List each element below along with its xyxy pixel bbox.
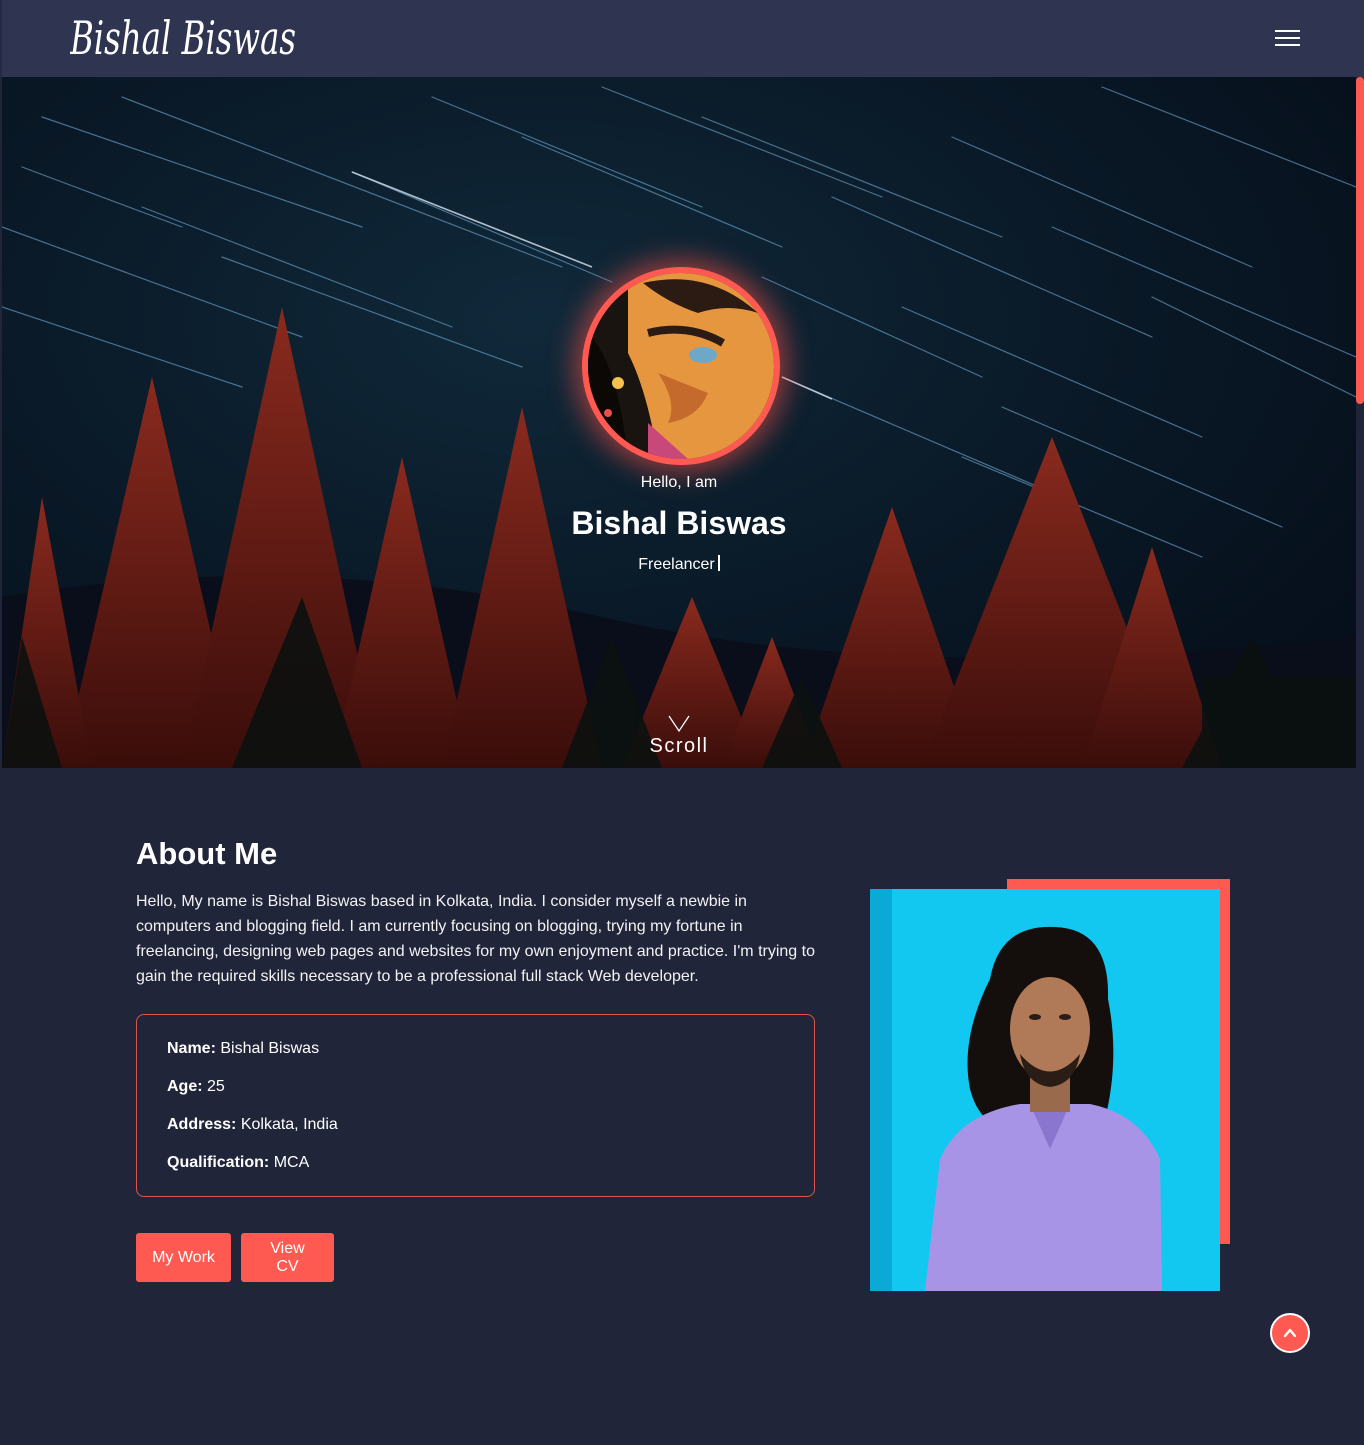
page-scrollbar-thumb[interactable]	[1356, 77, 1364, 404]
personal-info-box: Name: Bishal Biswas Age: 25 Address: Kol…	[136, 1014, 815, 1197]
view-cv-button[interactable]: View CV	[241, 1233, 334, 1282]
page-scrollbar[interactable]	[1356, 77, 1364, 1445]
about-title: About Me	[136, 836, 278, 871]
hero-name: Bishal Biswas	[571, 505, 787, 541]
info-value: MCA	[273, 1154, 310, 1171]
navbar: Bishal Biswas	[0, 0, 1364, 77]
info-label: Address:	[167, 1116, 237, 1133]
profile-avatar-illustration	[588, 273, 774, 459]
svg-text:Bishal Biswas: Bishal Biswas	[70, 11, 296, 65]
hero-role-typing: Freelancer	[2, 555, 1356, 574]
info-name: Name: Bishal Biswas	[167, 1039, 784, 1077]
hero-role-text: Freelancer	[638, 556, 715, 573]
profile-photo-image	[870, 889, 1220, 1291]
info-label: Age:	[167, 1078, 203, 1095]
info-value: 25	[207, 1078, 225, 1095]
chevron-down-icon[interactable]	[668, 715, 690, 733]
typing-cursor	[717, 555, 720, 571]
info-label: Name:	[167, 1040, 216, 1057]
back-to-top-button[interactable]	[1270, 1313, 1310, 1353]
chevron-up-icon	[1283, 1328, 1297, 1338]
info-qualification: Qualification: MCA	[167, 1153, 784, 1191]
my-work-button[interactable]: My Work	[136, 1233, 231, 1282]
info-label: Qualification:	[167, 1154, 270, 1171]
logo[interactable]: Bishal Biswas	[70, 4, 310, 68]
profile-photo	[870, 889, 1220, 1291]
info-value: Kolkata, India	[240, 1116, 338, 1133]
info-age: Age: 25	[167, 1077, 784, 1115]
about-paragraph: Hello, My name is Bishal Biswas based in…	[136, 893, 815, 985]
hero-greeting: Hello, I am	[640, 474, 718, 491]
profile-avatar	[582, 267, 780, 465]
info-value: Bishal Biswas	[220, 1040, 320, 1057]
scroll-link[interactable]: Scroll	[2, 735, 1356, 758]
info-address: Address: Kolkata, India	[167, 1115, 784, 1153]
hero-section: Hello, I am Bishal Biswas Freelancer Scr…	[2, 77, 1356, 768]
hamburger-menu-icon[interactable]	[1264, 26, 1310, 52]
